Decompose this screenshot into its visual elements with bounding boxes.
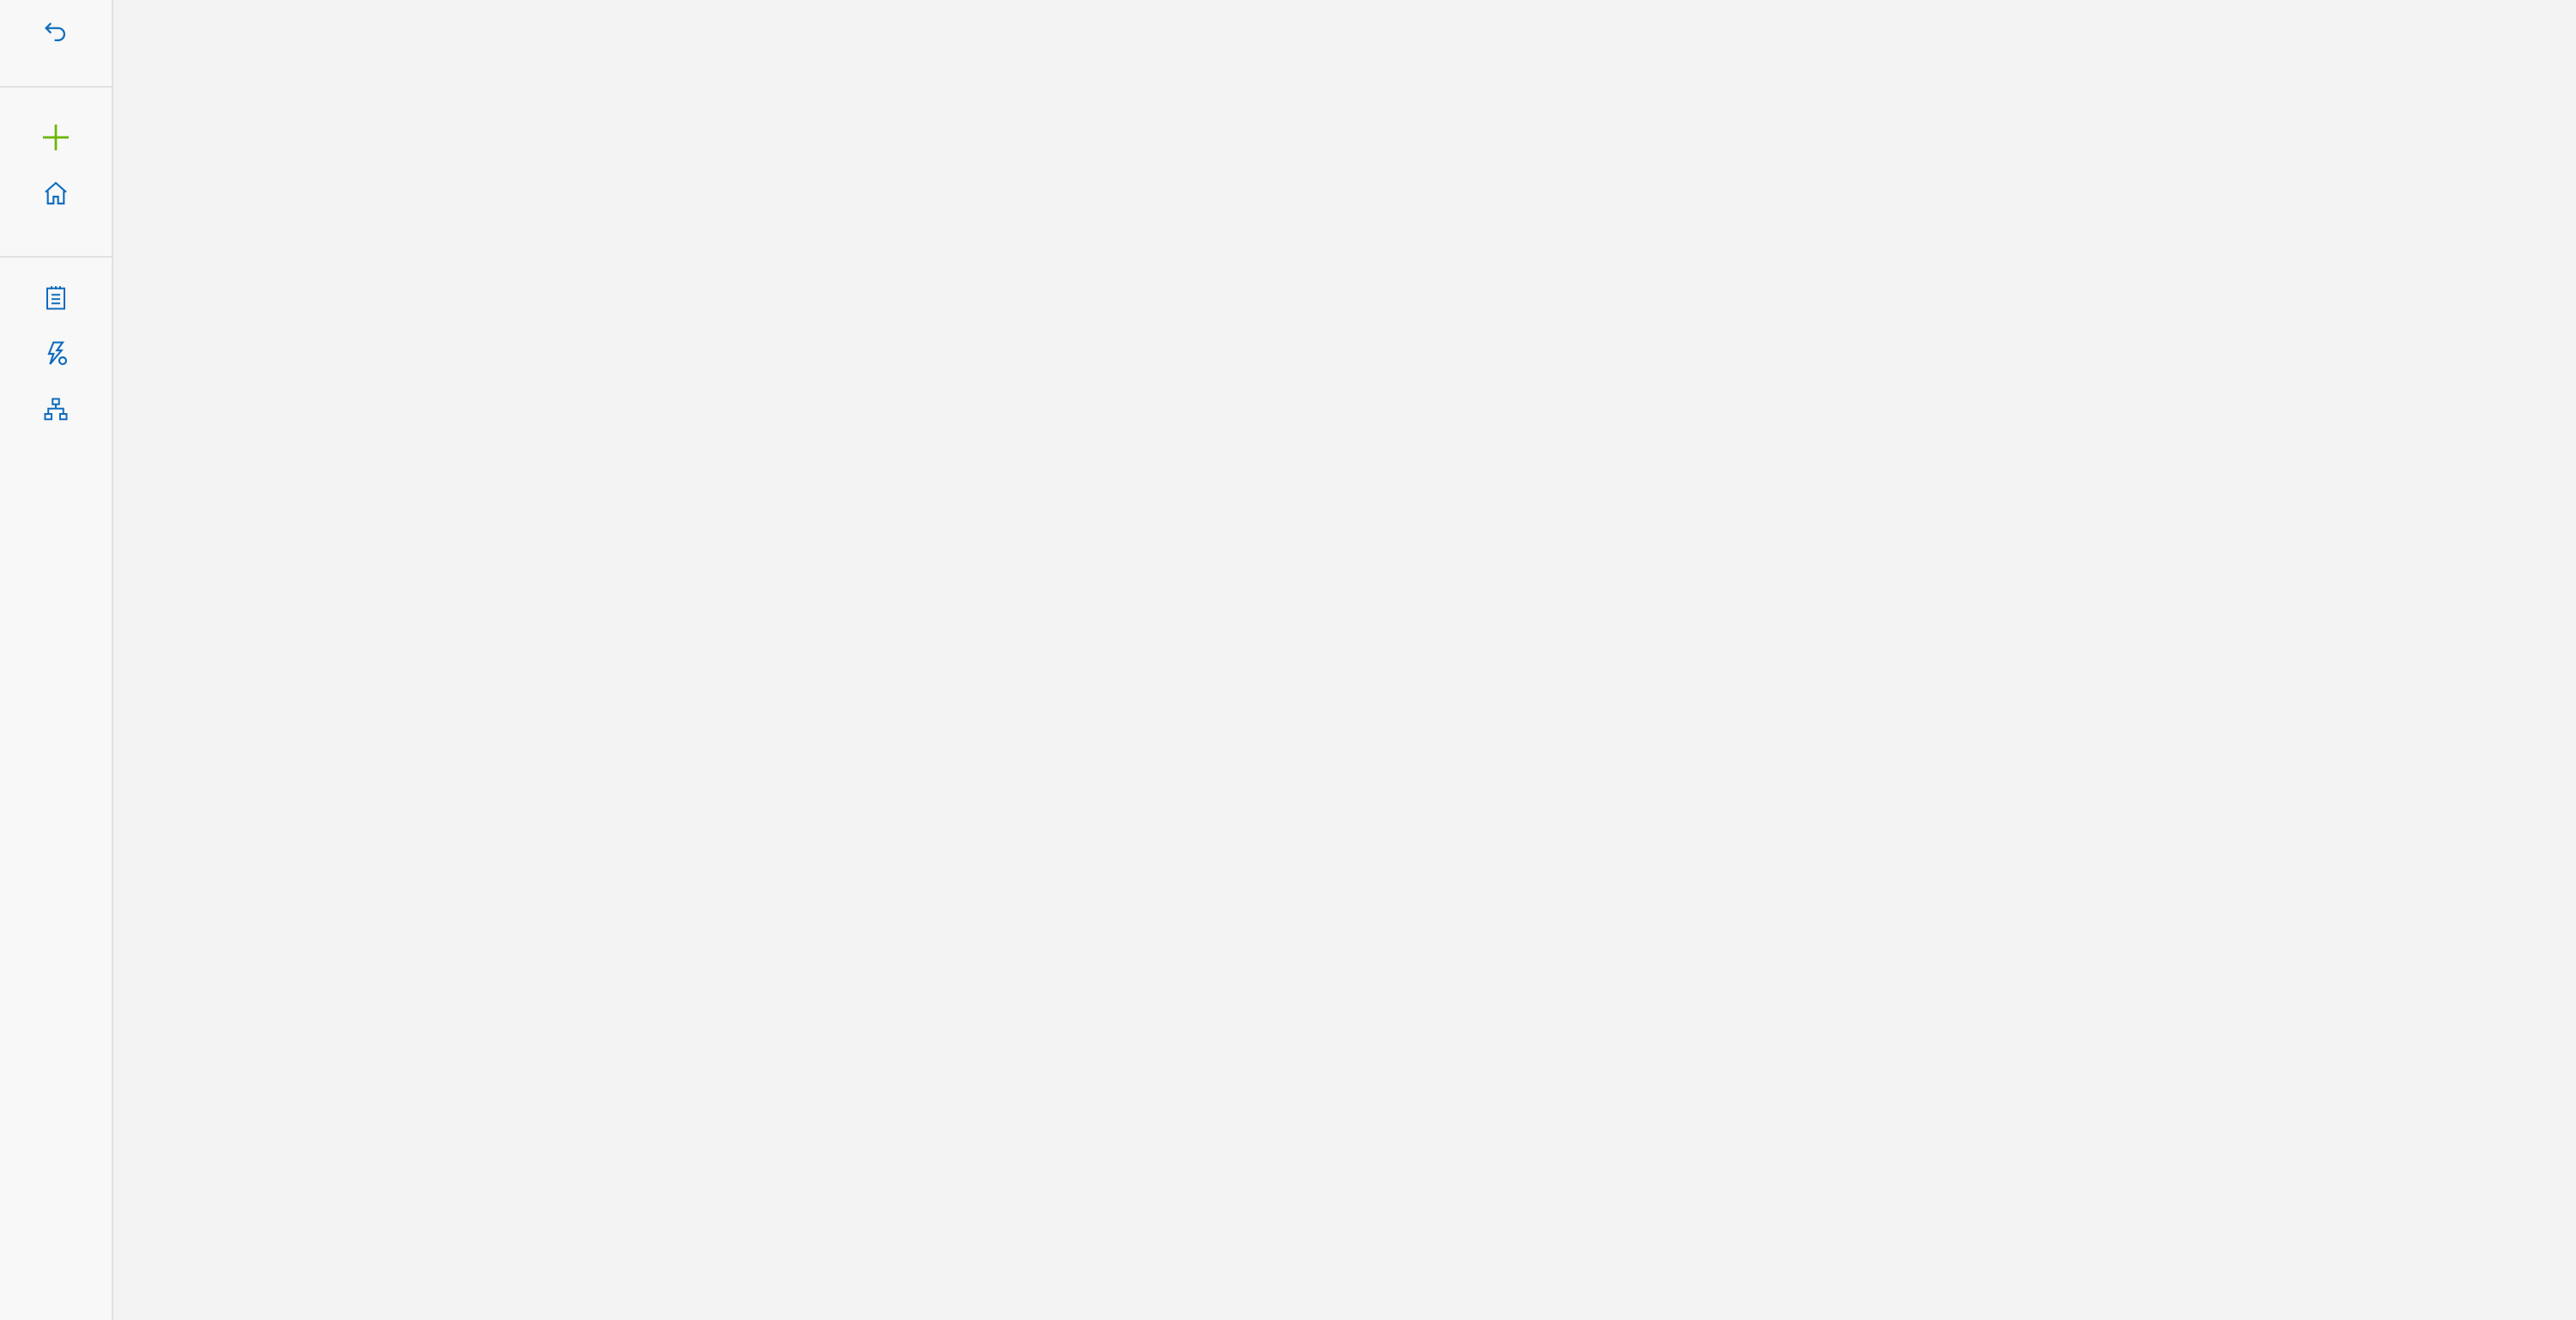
left-nav-sidebar (0, 0, 113, 1320)
plus-icon[interactable] (39, 120, 73, 155)
hierarchy-icon[interactable] (39, 392, 73, 427)
notebook-icon[interactable] (39, 281, 73, 315)
sidebar-divider (0, 256, 112, 258)
sidebar-divider (0, 86, 112, 88)
undo-icon[interactable] (39, 15, 73, 49)
lightning-gear-icon[interactable] (39, 337, 73, 371)
home-icon[interactable] (39, 176, 73, 210)
